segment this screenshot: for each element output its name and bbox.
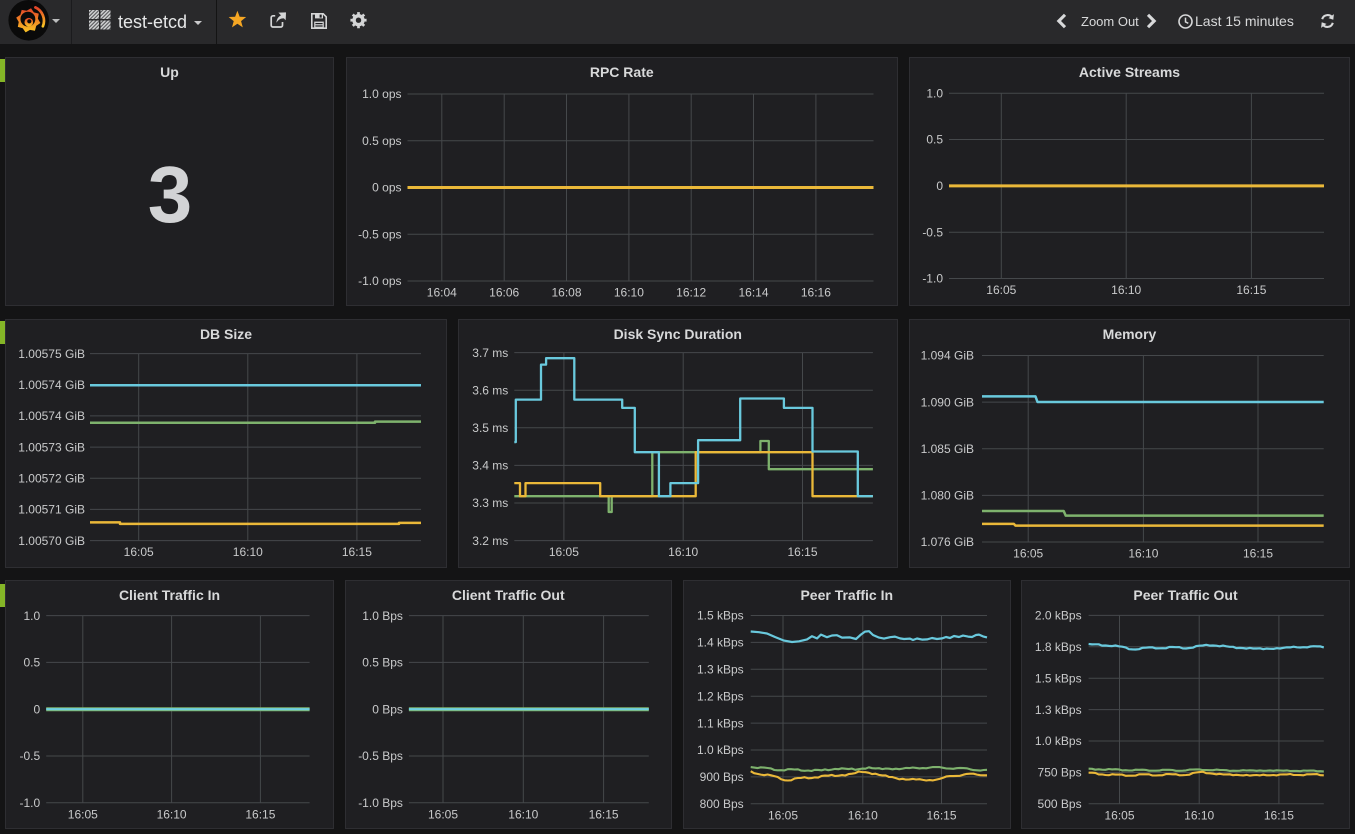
svg-text:-1.0 Bps: -1.0 Bps — [358, 796, 403, 810]
svg-text:3.7 ms: 3.7 ms — [472, 346, 508, 360]
svg-text:1.2 kBps: 1.2 kBps — [697, 689, 744, 703]
svg-text:16:10: 16:10 — [613, 286, 643, 300]
svg-text:0.5: 0.5 — [24, 656, 41, 670]
svg-text:1.5 kBps: 1.5 kBps — [1035, 671, 1082, 685]
svg-text:1.080 GiB: 1.080 GiB — [921, 489, 974, 503]
svg-text:16:10: 16:10 — [848, 808, 878, 822]
svg-text:1.0 kBps: 1.0 kBps — [697, 743, 744, 757]
svg-text:1.0 kBps: 1.0 kBps — [1035, 734, 1082, 748]
svg-text:16:05: 16:05 — [1104, 808, 1134, 822]
svg-text:1.094 GiB: 1.094 GiB — [921, 349, 974, 363]
svg-text:16:15: 16:15 — [342, 545, 372, 559]
svg-text:16:05: 16:05 — [124, 545, 154, 559]
svg-text:16:10: 16:10 — [668, 545, 698, 559]
svg-text:16:10: 16:10 — [508, 807, 538, 821]
svg-text:16:05: 16:05 — [1013, 547, 1043, 561]
svg-text:3.3 ms: 3.3 ms — [472, 496, 508, 510]
svg-text:1.3 kBps: 1.3 kBps — [1035, 703, 1082, 717]
svg-text:16:08: 16:08 — [551, 286, 581, 300]
svg-text:16:10: 16:10 — [157, 807, 187, 821]
svg-text:1.0 Bps: 1.0 Bps — [362, 609, 403, 623]
svg-text:1.090 GiB: 1.090 GiB — [921, 395, 974, 409]
svg-text:1.00574 GiB: 1.00574 GiB — [18, 378, 85, 392]
svg-text:-1.0 ops: -1.0 ops — [358, 274, 401, 288]
svg-text:0: 0 — [34, 702, 41, 716]
svg-text:-0.5: -0.5 — [922, 225, 943, 239]
svg-text:1.0: 1.0 — [926, 86, 943, 100]
svg-text:16:10: 16:10 — [1111, 283, 1141, 297]
svg-text:900 Bps: 900 Bps — [700, 770, 744, 784]
svg-text:0.5 Bps: 0.5 Bps — [362, 656, 403, 670]
svg-text:0.5 ops: 0.5 ops — [362, 134, 401, 148]
svg-text:1.00575 GiB: 1.00575 GiB — [18, 347, 85, 361]
svg-text:16:06: 16:06 — [489, 286, 519, 300]
svg-text:-1.0: -1.0 — [20, 796, 41, 810]
svg-text:1.00573 GiB: 1.00573 GiB — [18, 440, 85, 454]
svg-text:1.0: 1.0 — [24, 609, 41, 623]
svg-text:16:15: 16:15 — [1264, 808, 1294, 822]
svg-text:1.076 GiB: 1.076 GiB — [921, 535, 974, 549]
svg-text:1.085 GiB: 1.085 GiB — [921, 442, 974, 456]
svg-text:16:05: 16:05 — [768, 808, 798, 822]
svg-text:0: 0 — [936, 179, 943, 193]
svg-text:1.5 kBps: 1.5 kBps — [697, 609, 744, 623]
svg-text:3.2 ms: 3.2 ms — [472, 534, 508, 548]
svg-text:16:15: 16:15 — [1236, 283, 1266, 297]
svg-text:800 Bps: 800 Bps — [700, 797, 744, 811]
svg-text:16:14: 16:14 — [738, 286, 768, 300]
svg-text:16:10: 16:10 — [233, 545, 263, 559]
svg-text:1.4 kBps: 1.4 kBps — [697, 636, 744, 650]
svg-text:16:16: 16:16 — [800, 286, 830, 300]
svg-text:750 Bps: 750 Bps — [1038, 766, 1082, 780]
svg-text:16:04: 16:04 — [426, 286, 456, 300]
svg-text:3.4 ms: 3.4 ms — [472, 459, 508, 473]
svg-text:-0.5 Bps: -0.5 Bps — [358, 749, 403, 763]
svg-text:1.1 kBps: 1.1 kBps — [697, 716, 744, 730]
svg-text:16:05: 16:05 — [427, 807, 457, 821]
svg-text:16:15: 16:15 — [245, 807, 275, 821]
svg-text:1.00574 GiB: 1.00574 GiB — [18, 409, 85, 423]
svg-text:16:15: 16:15 — [1243, 547, 1273, 561]
svg-text:16:12: 16:12 — [676, 286, 706, 300]
svg-text:1.8 kBps: 1.8 kBps — [1035, 640, 1082, 654]
svg-text:1.00572 GiB: 1.00572 GiB — [18, 472, 85, 486]
svg-text:16:15: 16:15 — [588, 807, 618, 821]
svg-text:3.6 ms: 3.6 ms — [472, 383, 508, 397]
svg-text:16:10: 16:10 — [1128, 547, 1158, 561]
svg-text:-0.5 ops: -0.5 ops — [358, 227, 401, 241]
svg-text:16:10: 16:10 — [1184, 808, 1214, 822]
svg-text:0.5: 0.5 — [926, 133, 943, 147]
svg-text:3.5 ms: 3.5 ms — [472, 421, 508, 435]
svg-text:0 Bps: 0 Bps — [372, 702, 403, 716]
svg-text:2.0 kBps: 2.0 kBps — [1035, 609, 1082, 623]
svg-text:16:15: 16:15 — [926, 808, 956, 822]
svg-text:1.0 ops: 1.0 ops — [362, 87, 401, 101]
svg-text:1.00570 GiB: 1.00570 GiB — [18, 534, 85, 548]
svg-text:1.00571 GiB: 1.00571 GiB — [18, 503, 85, 517]
svg-text:16:05: 16:05 — [986, 283, 1016, 297]
svg-text:-1.0: -1.0 — [922, 272, 943, 286]
svg-text:16:15: 16:15 — [787, 545, 817, 559]
svg-text:16:05: 16:05 — [548, 545, 578, 559]
svg-text:-0.5: -0.5 — [20, 749, 41, 763]
svg-text:16:05: 16:05 — [68, 807, 98, 821]
svg-text:500 Bps: 500 Bps — [1038, 797, 1082, 811]
svg-text:0 ops: 0 ops — [372, 181, 401, 195]
svg-text:1.3 kBps: 1.3 kBps — [697, 663, 744, 677]
